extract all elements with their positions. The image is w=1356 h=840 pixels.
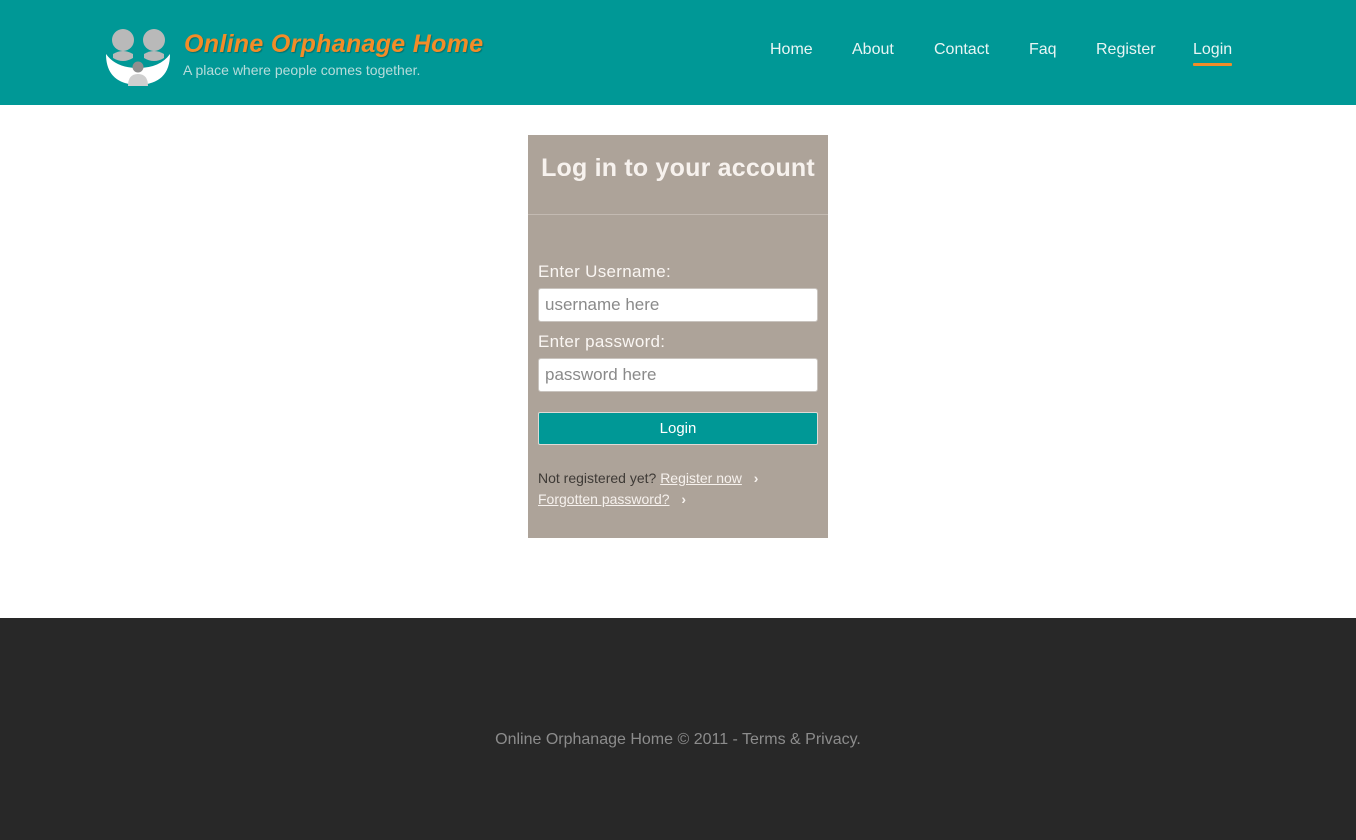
password-label: Enter password:: [538, 332, 666, 351]
login-button[interactable]: Login: [538, 412, 818, 445]
chevron-right-icon: ›: [753, 470, 759, 486]
forgot-password-link[interactable]: Forgotten password?: [538, 491, 670, 507]
username-label: Enter Username:: [538, 262, 671, 281]
site-title[interactable]: Online Orphanage Home: [184, 30, 483, 59]
divider: [528, 214, 828, 215]
not-registered-text: Not registered yet?: [538, 470, 657, 486]
forgot-prompt: Forgotten password? ›: [538, 491, 686, 507]
nav-faq[interactable]: Faq: [1029, 40, 1057, 60]
nav-home[interactable]: Home: [770, 40, 813, 60]
site-footer: Online Orphanage Home © 2011 - Terms & P…: [0, 618, 1356, 840]
nav-about[interactable]: About: [852, 40, 894, 60]
register-now-link[interactable]: Register now: [660, 470, 742, 486]
login-title: Log in to your account: [541, 154, 815, 182]
site-header: Online Orphanage Home A place where peop…: [0, 0, 1356, 105]
password-input[interactable]: [538, 358, 818, 392]
nav-contact[interactable]: Contact: [934, 40, 989, 60]
footer-copyright: Online Orphanage Home © 2011 - Terms & P…: [495, 731, 861, 748]
nav-login[interactable]: Login: [1193, 40, 1233, 66]
family-logo-icon[interactable]: [104, 28, 172, 86]
nav-register[interactable]: Register: [1096, 40, 1156, 60]
login-panel: Log in to your account Enter Username: E…: [528, 135, 828, 538]
username-input[interactable]: [538, 288, 818, 322]
site-tagline: A place where people comes together.: [183, 62, 421, 78]
chevron-right-icon: ›: [681, 491, 687, 507]
register-prompt: Not registered yet? Register now ›: [538, 470, 758, 486]
